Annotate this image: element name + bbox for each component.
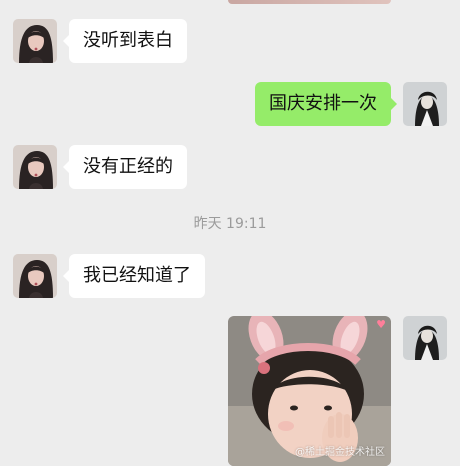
- message-bubble[interactable]: 没有正经的: [63, 145, 187, 189]
- user-avatar[interactable]: [403, 82, 447, 126]
- female-avatar-icon: [13, 19, 57, 63]
- contact-avatar[interactable]: [13, 145, 57, 189]
- male-avatar-icon: [403, 82, 447, 126]
- male-avatar-icon: [403, 316, 447, 360]
- previous-image-message[interactable]: [228, 0, 391, 4]
- contact-avatar[interactable]: [13, 19, 57, 63]
- user-avatar[interactable]: [403, 316, 447, 360]
- sticker-message[interactable]: ♥ @稀土掘金技术社区: [228, 316, 391, 466]
- message-bubble-self[interactable]: 国庆安排一次: [255, 82, 397, 126]
- message-bubble[interactable]: 没听到表白: [63, 19, 187, 63]
- watermark-text: @稀土掘金技术社区: [295, 447, 385, 458]
- message-timestamp: 昨天 19:11: [193, 216, 267, 232]
- contact-avatar[interactable]: [13, 254, 57, 298]
- message-bubble[interactable]: 我已经知道了: [63, 254, 205, 298]
- female-avatar-icon: [13, 254, 57, 298]
- heart-icon: ♥: [376, 318, 386, 331]
- female-avatar-icon: [13, 145, 57, 189]
